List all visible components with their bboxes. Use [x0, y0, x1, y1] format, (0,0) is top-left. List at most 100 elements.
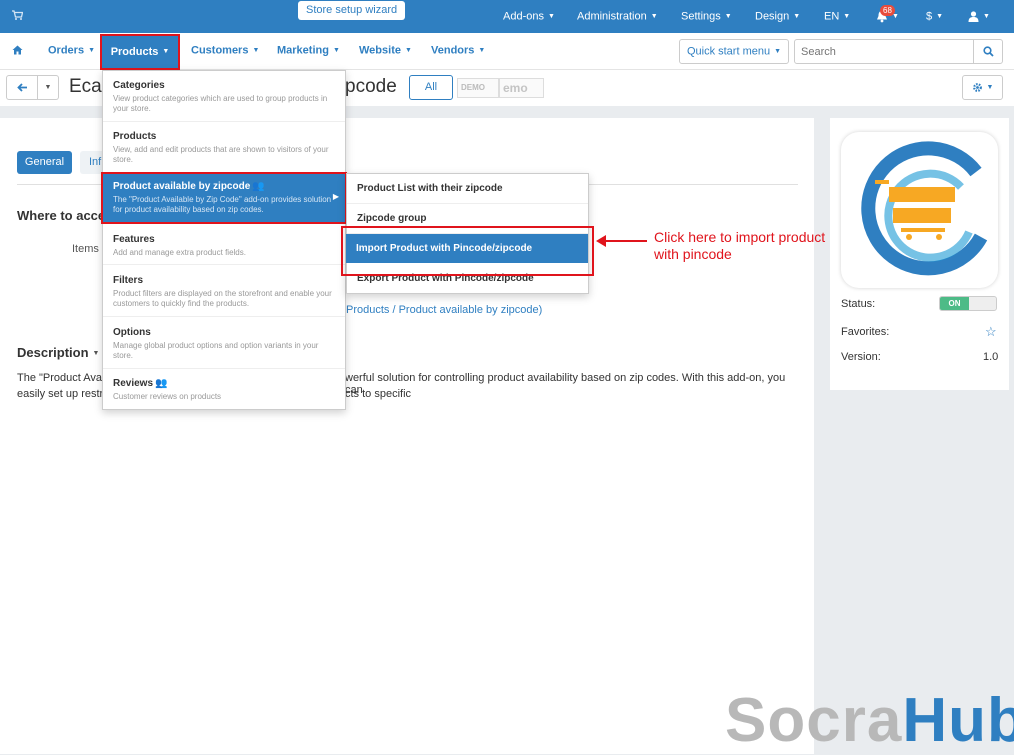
- caret-down-icon: ▼: [478, 47, 486, 54]
- settings-menu[interactable]: Settings ▼: [681, 0, 732, 33]
- caret-down-icon: ▼: [252, 47, 260, 54]
- watermark-part: Socra: [725, 686, 903, 755]
- tab-general[interactable]: General: [17, 151, 72, 174]
- caret-down-icon: ▼: [44, 84, 52, 91]
- caret-down-icon: ▼: [332, 47, 340, 54]
- page-title-end: pcode: [345, 76, 397, 97]
- page-title: Eca: [69, 76, 102, 97]
- caret-down-icon: ▼: [793, 13, 801, 20]
- caret-down-icon: ▼: [774, 48, 782, 55]
- menu-item-categories[interactable]: Categories View product categories which…: [103, 79, 345, 122]
- store-setup-wizard-button[interactable]: Store setup wizard: [298, 1, 406, 20]
- nav-customers-label: Customers: [191, 44, 249, 57]
- submenu-product-list[interactable]: Product List with their zipcode: [347, 174, 588, 204]
- status-on: ON: [940, 297, 969, 310]
- language-menu[interactable]: EN ▼: [824, 0, 850, 33]
- highlight-box: [341, 226, 594, 276]
- search-input[interactable]: [794, 39, 974, 64]
- currency-label: $: [926, 10, 933, 23]
- menu-item-desc: Manage global product options and option…: [113, 341, 319, 360]
- menu-item-product-available-by-zipcode[interactable]: Product available by zipcode 👥 The "Produ…: [101, 172, 347, 224]
- description-heading-label: Description: [17, 345, 89, 360]
- design-menu[interactable]: Design ▼: [755, 0, 800, 33]
- menu-item-options[interactable]: Options Manage global product options an…: [103, 326, 345, 369]
- menu-item-title: Options: [113, 327, 151, 338]
- nav-orders[interactable]: Orders ▼: [48, 33, 95, 70]
- quick-start-label: Quick start menu: [686, 45, 771, 58]
- menu-path-link[interactable]: Products / Product available by zipcode): [346, 304, 542, 316]
- nav-vendors[interactable]: Vendors ▼: [431, 33, 485, 70]
- menu-item-desc: View product categories which are used t…: [113, 94, 328, 113]
- menu-item-title: Filters: [113, 275, 144, 286]
- caret-down-icon: ▼: [983, 13, 990, 20]
- addons-menu[interactable]: Add-ons ▼: [503, 0, 555, 33]
- version-value: 1.0: [983, 351, 999, 363]
- annotation-text: Click here to import product with pincod…: [654, 229, 826, 262]
- menu-item-features[interactable]: Features Add and manage extra product fi…: [103, 233, 345, 265]
- items-label: Items: [72, 243, 99, 255]
- settings-label: Settings: [681, 10, 721, 23]
- caret-down-icon: ▼: [986, 84, 994, 91]
- back-dropdown-button[interactable]: ▼: [38, 75, 59, 100]
- user-icon[interactable]: ▼: [968, 0, 990, 33]
- menu-item-title: Product available by zipcode: [113, 181, 251, 192]
- menu-item-filters[interactable]: Filters Product filters are displayed on…: [103, 274, 345, 317]
- caret-down-icon: ▼: [404, 47, 412, 54]
- products-dropdown: Categories View product categories which…: [102, 70, 346, 410]
- settings-dropdown-button[interactable]: ▼: [962, 75, 1003, 100]
- notification-badge: 68: [880, 5, 895, 16]
- caret-down-icon: ▼: [650, 13, 658, 20]
- back-button[interactable]: [6, 75, 38, 100]
- search-button[interactable]: [973, 39, 1003, 64]
- nav-marketing[interactable]: Marketing ▼: [277, 33, 340, 70]
- status-label: Status:: [841, 298, 876, 310]
- status-toggle[interactable]: ON: [939, 296, 997, 311]
- home-icon[interactable]: [12, 33, 23, 70]
- nav-website-label: Website: [359, 44, 401, 57]
- addon-logo: [841, 132, 998, 288]
- gear-icon: [972, 81, 983, 93]
- description-heading[interactable]: Description ▼: [17, 345, 99, 360]
- menu-item-desc: Customer reviews on products: [113, 392, 222, 401]
- menu-item-reviews[interactable]: Reviews 👥 Customer reviews on products: [103, 377, 345, 409]
- caret-down-icon: ▼: [843, 13, 851, 20]
- menu-item-products[interactable]: Products View, add and edit products tha…: [103, 130, 345, 173]
- caret-down-icon: ▼: [724, 13, 732, 20]
- version-label: Version:: [841, 351, 881, 363]
- caret-down-icon: ▼: [88, 47, 96, 54]
- store-logo-1[interactable]: DEMO ST: [457, 78, 499, 98]
- caret-down-icon: ▼: [162, 48, 170, 56]
- store-logo-2[interactable]: emo Sto: [499, 78, 544, 98]
- person-icon: 👥: [252, 181, 265, 192]
- addons-label: Add-ons: [503, 10, 544, 23]
- watermark-part: Hub: [902, 686, 1014, 755]
- menu-item-title: Reviews: [113, 378, 154, 389]
- star-icon[interactable]: ☆: [985, 324, 997, 340]
- arrow-head-icon: [596, 235, 606, 247]
- caret-down-icon: ▼: [92, 350, 100, 358]
- menu-item-title: Features: [113, 234, 155, 245]
- description-text: The "Product Avai: [17, 372, 105, 384]
- administration-menu[interactable]: Administration ▼: [577, 0, 658, 33]
- cart-icon[interactable]: [12, 9, 24, 23]
- tab-information[interactable]: Inf: [80, 151, 104, 174]
- where-to-access-heading: Where to acce: [17, 208, 106, 223]
- language-label: EN: [824, 10, 840, 23]
- favorites-label: Favorites:: [841, 326, 890, 338]
- chevron-right-icon: ▶: [332, 192, 339, 201]
- nav-website[interactable]: Website ▼: [359, 33, 412, 70]
- quick-start-menu-button[interactable]: Quick start menu ▼: [679, 39, 789, 64]
- menu-item-title-row: Reviews 👥: [113, 377, 335, 390]
- menu-item-desc: Add and manage extra product fields.: [113, 248, 246, 257]
- currency-menu[interactable]: $ ▼: [926, 0, 943, 33]
- nav-customers[interactable]: Customers ▼: [191, 33, 259, 70]
- nav-products-label: Products: [110, 46, 159, 58]
- watermark-logo: SocraHub: [725, 688, 1014, 754]
- nav-products[interactable]: Products ▼: [100, 34, 180, 70]
- description-text: cts to specific: [345, 388, 412, 400]
- all-stores-button[interactable]: All: [409, 75, 453, 100]
- description-text: easily set up restri: [17, 388, 106, 400]
- menu-item-title: Products: [113, 131, 157, 142]
- menu-item-desc: The "Product Available by Zip Code" add-…: [113, 195, 332, 214]
- nav-vendors-label: Vendors: [431, 44, 475, 57]
